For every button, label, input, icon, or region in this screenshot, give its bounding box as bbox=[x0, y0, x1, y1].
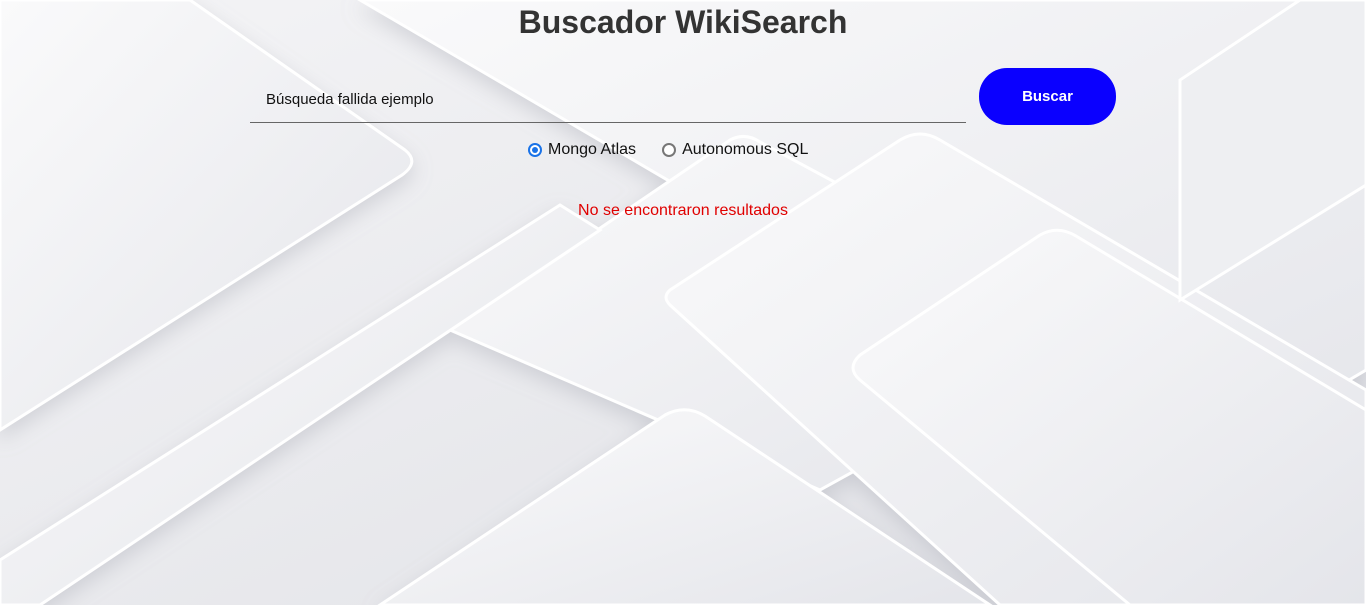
search-button[interactable]: Buscar bbox=[979, 68, 1116, 125]
radio-label-autonomous-sql: Autonomous SQL bbox=[682, 141, 809, 158]
radio-label-mongo-atlas: Mongo Atlas bbox=[548, 141, 637, 158]
radio-checked-icon[interactable] bbox=[528, 143, 542, 157]
radio-unchecked-icon[interactable] bbox=[662, 143, 677, 157]
page-title: Buscador WikiSearch bbox=[518, 4, 848, 40]
radio-option-mongo-atlas[interactable]: Mongo Atlas bbox=[528, 141, 636, 159]
source-radio-group: Mongo Atlas Autonomous SQL bbox=[528, 140, 834, 160]
no-results-message: No se encontraron resultados bbox=[578, 202, 788, 219]
main-content: Buscador WikiSearch Buscar Mongo Atlas A… bbox=[0, 0, 1366, 605]
search-input[interactable] bbox=[250, 76, 966, 123]
radio-option-autonomous-sql[interactable]: Autonomous SQL bbox=[662, 141, 808, 159]
